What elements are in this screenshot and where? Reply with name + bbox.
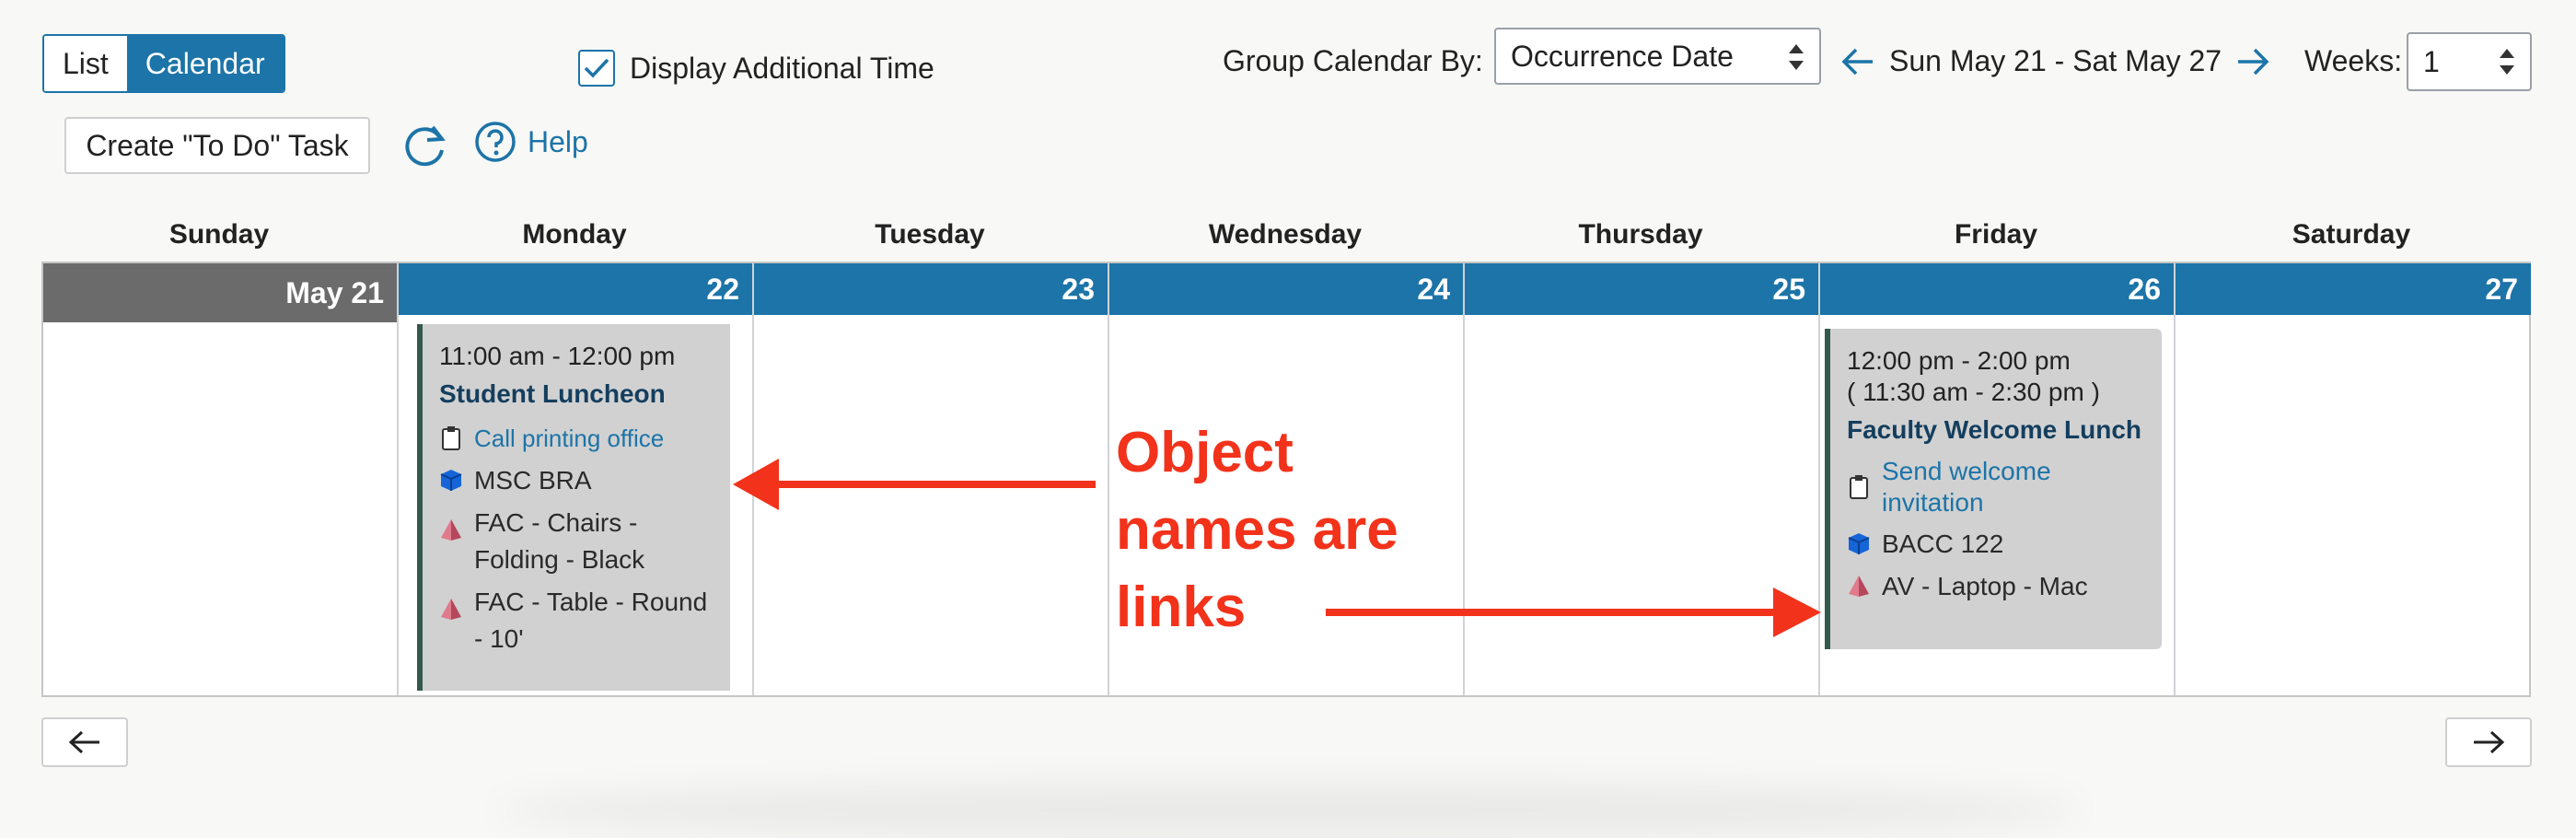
- next-week-arrow-icon[interactable]: [2234, 46, 2271, 77]
- clipboard-icon: [442, 426, 460, 450]
- date-navigation: Sun May 21 - Sat May 27: [1839, 44, 2271, 78]
- day-header-wednesday: Wednesday: [1208, 219, 1363, 250]
- group-by-value: Occurrence Date: [1511, 40, 1734, 73]
- day-cell-saturday[interactable]: 27: [2176, 263, 2531, 695]
- day-cell-monday[interactable]: 22 11:00 am - 12:00 pm Student Luncheon …: [399, 263, 754, 695]
- annotation-arrow-left-icon: [733, 459, 1096, 510]
- event-title-link[interactable]: Student Luncheon: [439, 378, 721, 411]
- resource-pyramid-icon: [441, 519, 461, 541]
- date-label-wednesday[interactable]: 24: [1109, 263, 1463, 315]
- event-time: 12:00 pm - 2:00 pm: [1847, 346, 2071, 375]
- event-card-faculty-welcome-lunch[interactable]: 12:00 pm - 2:00 pm ( 11:30 am - 2:30 pm …: [1825, 329, 2162, 649]
- date-label-friday[interactable]: 26: [1820, 263, 2174, 315]
- day-header-friday: Friday: [1954, 219, 2038, 250]
- task-link[interactable]: Call printing office: [474, 420, 664, 457]
- checkmark-icon: [584, 58, 609, 78]
- help-link[interactable]: Help: [474, 121, 588, 163]
- display-additional-time-checkbox[interactable]: Display Additional Time: [578, 50, 934, 87]
- day-header-monday: Monday: [522, 219, 627, 250]
- weeks-value: 1: [2423, 45, 2440, 78]
- date-label-sunday[interactable]: May 21: [43, 263, 397, 322]
- annotation-line: Object: [1116, 421, 1294, 484]
- help-label: Help: [528, 124, 588, 158]
- date-label-saturday[interactable]: 27: [2176, 263, 2531, 315]
- select-arrows-icon: [1789, 44, 1804, 70]
- location-cube-icon: [1848, 533, 1870, 554]
- list-view-button[interactable]: List: [44, 36, 127, 91]
- resource-pyramid-icon: [1849, 576, 1869, 597]
- location-link[interactable]: BACC 122: [1882, 526, 2003, 563]
- event-time: 11:00 am - 12:00 pm: [439, 342, 676, 370]
- previous-page-button[interactable]: [41, 717, 128, 767]
- clipboard-icon: [1850, 475, 1868, 499]
- resource-link[interactable]: FAC - Table - Round - 10': [474, 584, 721, 658]
- weeks-select-arrows-icon: [2500, 49, 2514, 75]
- resource-link[interactable]: AV - Laptop - Mac: [1882, 568, 2088, 605]
- task-link[interactable]: Send welcome invitation: [1882, 456, 2152, 518]
- help-icon: [475, 122, 516, 162]
- day-header-saturday: Saturday: [2292, 219, 2411, 250]
- event-additional-time: ( 11:30 am - 2:30 pm ): [1847, 378, 2100, 406]
- event-card-student-luncheon[interactable]: 11:00 am - 12:00 pm Student Luncheon Cal…: [417, 324, 730, 691]
- refresh-icon[interactable]: [400, 120, 449, 169]
- event-title-link[interactable]: Faculty Welcome Lunch: [1847, 413, 2152, 447]
- weeks-label: Weeks:: [2304, 44, 2403, 77]
- weeks-select[interactable]: 1: [2407, 32, 2532, 91]
- date-range-label: Sun May 21 - Sat May 27: [1889, 44, 2222, 77]
- location-cube-icon: [440, 470, 462, 491]
- day-header-tuesday: Tuesday: [875, 219, 985, 250]
- date-label-monday[interactable]: 22: [399, 263, 752, 315]
- calendar-view-button[interactable]: Calendar: [126, 36, 284, 91]
- bottom-shadow: [497, 783, 2081, 838]
- arrow-right-icon: [2474, 730, 2505, 754]
- day-cell-sunday[interactable]: May 21: [43, 263, 399, 695]
- checkbox-box[interactable]: [578, 50, 615, 87]
- group-by-label: Group Calendar By:: [1223, 44, 1483, 77]
- next-page-button[interactable]: [2445, 717, 2532, 767]
- group-by-select[interactable]: Occurrence Date: [1494, 28, 1821, 85]
- day-header-thursday: Thursday: [1578, 219, 1703, 250]
- location-link[interactable]: MSC BRA: [474, 462, 592, 499]
- display-additional-time-label: Display Additional Time: [630, 51, 934, 85]
- date-label-thursday[interactable]: 25: [1465, 263, 1818, 315]
- resource-link[interactable]: FAC - Chairs - Folding - Black: [474, 505, 721, 578]
- view-toggle: List Calendar: [42, 34, 285, 93]
- resource-pyramid-icon: [441, 599, 461, 620]
- previous-week-arrow-icon[interactable]: [1839, 46, 1876, 77]
- create-todo-task-button[interactable]: Create "To Do" Task: [64, 117, 370, 174]
- annotation-line: names are: [1116, 498, 1398, 562]
- day-cell-friday[interactable]: 26 12:00 pm - 2:00 pm ( 11:30 am - 2:30 …: [1820, 263, 2176, 695]
- annotation-arrow-right-icon: [1326, 588, 1821, 637]
- arrow-left-icon: [68, 730, 99, 754]
- day-header-sunday: Sunday: [168, 219, 270, 250]
- date-label-tuesday[interactable]: 23: [754, 263, 1108, 315]
